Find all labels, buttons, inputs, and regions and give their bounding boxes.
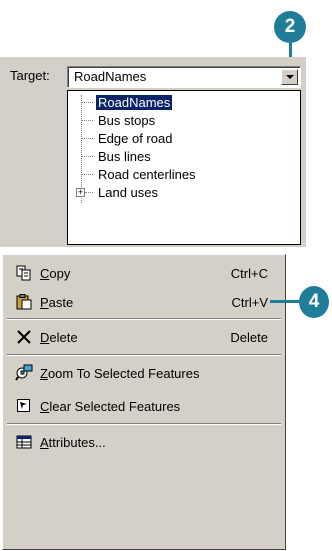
- menu-separator: [7, 423, 281, 425]
- list-item[interactable]: RoadNames: [81, 93, 174, 111]
- delete-shortcut: Delete: [230, 329, 268, 345]
- target-dropdown-list: RoadNames Bus stops Edge of road Bus lin…: [67, 90, 301, 245]
- menu-separator: [7, 318, 281, 320]
- expand-plus-icon[interactable]: +: [76, 188, 85, 197]
- list-item[interactable]: Edge of road: [81, 129, 174, 147]
- list-item[interactable]: Bus lines: [81, 147, 153, 165]
- copy-label: opy: [49, 265, 71, 281]
- attributes-accel: A: [40, 434, 49, 450]
- dropdown-arrow-button[interactable]: [281, 69, 298, 85]
- attributes-table-icon: [14, 433, 34, 451]
- clear-label: lear Selected Features: [49, 398, 181, 414]
- list-item-label: Edge of road: [98, 130, 173, 146]
- copy-shortcut: Ctrl+C: [230, 265, 268, 281]
- menu-item-copy[interactable]: Copy Ctrl+C: [6, 259, 282, 287]
- zoom-label: oom To Selected Features: [47, 365, 200, 381]
- list-item-label: Land uses: [98, 184, 158, 200]
- delete-label: elete: [49, 329, 78, 345]
- list-item-label: Bus lines: [98, 148, 151, 164]
- copy-icon: [14, 264, 34, 282]
- paste-icon: [14, 293, 34, 311]
- clear-selection-icon: [14, 397, 34, 415]
- delete-accel: D: [40, 329, 50, 345]
- paste-label: aste: [48, 294, 74, 310]
- zoom-accel: Z: [40, 365, 48, 381]
- callout-2-number: 2: [284, 16, 296, 37]
- list-item[interactable]: Bus stops: [81, 111, 157, 129]
- menu-item-delete[interactable]: Delete Delete: [6, 323, 282, 351]
- callout-4-number: 4: [308, 291, 320, 312]
- attributes-label: ttributes...: [48, 434, 106, 450]
- menu-item-paste[interactable]: Paste Ctrl+V: [6, 288, 282, 316]
- list-item-label-selected: RoadNames: [94, 93, 174, 111]
- list-item[interactable]: Land uses: [85, 183, 160, 201]
- menu-item-clear-selected[interactable]: Clear Selected Features: [6, 392, 282, 420]
- list-item-label: Road centerlines: [98, 166, 196, 182]
- paste-accel: P: [40, 294, 49, 310]
- callout-4: 4: [299, 286, 329, 318]
- list-item-label: Bus stops: [98, 112, 156, 128]
- target-label: Target:: [10, 68, 50, 83]
- callout-4-leader: [270, 300, 300, 303]
- list-item[interactable]: Road centerlines: [81, 165, 198, 183]
- copy-accel: C: [40, 265, 50, 281]
- menu-separator: [7, 354, 281, 356]
- zoom-selected-icon: [14, 364, 34, 382]
- target-dropdown[interactable]: RoadNames: [67, 66, 301, 88]
- context-menu: Copy Ctrl+C Paste Ctrl+V Delete Delete Z…: [2, 254, 286, 550]
- menu-item-zoom-to-selected[interactable]: Zoom To Selected Features: [6, 359, 282, 387]
- callout-2: 2: [274, 11, 306, 43]
- menu-item-attributes[interactable]: Attributes...: [6, 428, 282, 456]
- target-value: RoadNames: [74, 69, 147, 84]
- delete-x-icon: [14, 328, 34, 346]
- chevron-down-icon: [285, 75, 294, 79]
- clear-accel: C: [40, 398, 50, 414]
- paste-shortcut: Ctrl+V: [231, 294, 268, 310]
